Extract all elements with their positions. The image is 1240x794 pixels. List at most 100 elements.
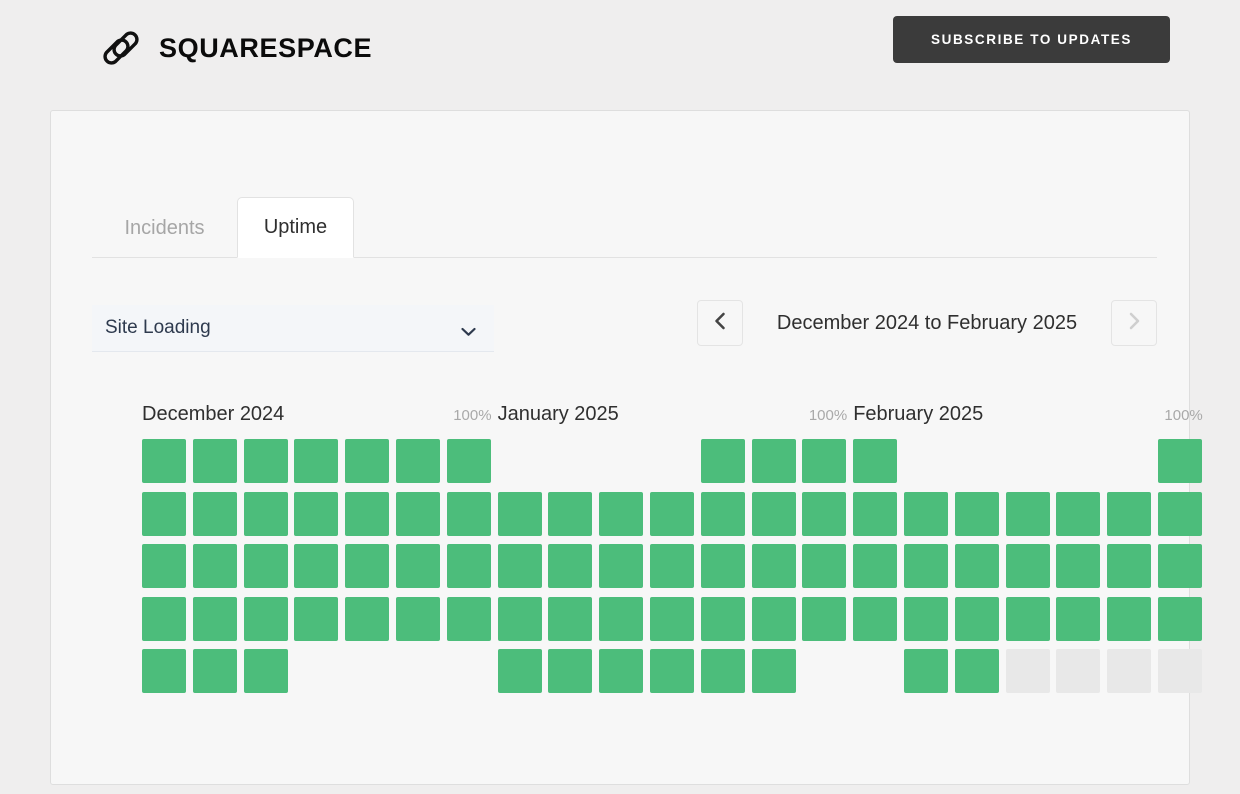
uptime-cell[interactable] [751, 596, 796, 641]
uptime-cell[interactable] [650, 649, 694, 693]
uptime-cell[interactable] [751, 491, 796, 536]
uptime-cell[interactable] [904, 649, 948, 693]
uptime-cell[interactable] [243, 649, 288, 693]
uptime-cell[interactable] [954, 544, 999, 588]
uptime-cell[interactable] [1107, 649, 1152, 693]
uptime-cell[interactable] [396, 491, 440, 536]
uptime-cell[interactable] [548, 649, 593, 693]
uptime-cell[interactable] [1005, 491, 1050, 536]
next-range-button[interactable] [1111, 300, 1157, 346]
uptime-cell[interactable] [904, 491, 948, 536]
subscribe-to-updates-button[interactable]: SUBSCRIBE TO UPDATES [893, 16, 1170, 63]
uptime-cell[interactable] [599, 491, 644, 536]
uptime-cell[interactable] [142, 439, 186, 483]
uptime-cell[interactable] [700, 596, 745, 641]
tab-incidents[interactable]: Incidents [92, 197, 237, 258]
uptime-cell[interactable] [192, 596, 237, 641]
uptime-cell[interactable] [548, 491, 593, 536]
uptime-cell[interactable] [1158, 439, 1202, 483]
uptime-cell[interactable] [294, 491, 339, 536]
uptime-cell[interactable] [802, 544, 847, 588]
uptime-cell[interactable] [954, 649, 999, 693]
uptime-cell[interactable] [497, 596, 542, 641]
uptime-cell[interactable] [904, 544, 948, 588]
uptime-cell[interactable] [751, 544, 796, 588]
uptime-cell[interactable] [751, 439, 796, 483]
uptime-cell[interactable] [345, 596, 390, 641]
uptime-cell[interactable] [497, 544, 542, 588]
uptime-cell[interactable] [1005, 649, 1050, 693]
uptime-cell[interactable] [142, 491, 186, 536]
uptime-cell[interactable] [954, 491, 999, 536]
uptime-cell[interactable] [548, 596, 593, 641]
uptime-cell[interactable] [446, 439, 491, 483]
uptime-cell[interactable] [853, 596, 898, 641]
uptime-cell[interactable] [497, 649, 542, 693]
uptime-cell[interactable] [1158, 596, 1202, 641]
uptime-cell[interactable] [1158, 491, 1202, 536]
uptime-cell[interactable] [142, 649, 186, 693]
uptime-cell[interactable] [802, 439, 847, 483]
uptime-cell[interactable] [1005, 596, 1050, 641]
uptime-cell[interactable] [853, 491, 898, 536]
uptime-cell[interactable] [142, 596, 186, 641]
uptime-cell[interactable] [396, 544, 440, 588]
uptime-cell[interactable] [904, 596, 948, 641]
uptime-cell[interactable] [446, 491, 491, 536]
uptime-cell[interactable] [751, 649, 796, 693]
uptime-cell[interactable] [650, 491, 694, 536]
uptime-cell[interactable] [802, 596, 847, 641]
uptime-cell[interactable] [1056, 544, 1101, 588]
uptime-cell[interactable] [1005, 544, 1050, 588]
uptime-cell[interactable] [294, 596, 339, 641]
uptime-cell[interactable] [1158, 544, 1202, 588]
uptime-cell[interactable] [700, 544, 745, 588]
uptime-cell[interactable] [954, 596, 999, 641]
uptime-cell[interactable] [192, 544, 237, 588]
uptime-cell[interactable] [1107, 491, 1152, 536]
uptime-cell[interactable] [700, 491, 745, 536]
uptime-cell[interactable] [599, 649, 644, 693]
uptime-cell[interactable] [446, 596, 491, 641]
uptime-cell[interactable] [599, 596, 644, 641]
uptime-cell[interactable] [1107, 596, 1152, 641]
uptime-cell[interactable] [345, 544, 390, 588]
uptime-cell[interactable] [548, 544, 593, 588]
uptime-cell[interactable] [446, 544, 491, 588]
tab-uptime[interactable]: Uptime [237, 197, 354, 258]
uptime-cell[interactable] [294, 544, 339, 588]
uptime-cell[interactable] [1056, 649, 1101, 693]
uptime-cell[interactable] [1107, 544, 1152, 588]
uptime-cell[interactable] [1056, 491, 1101, 536]
uptime-cell[interactable] [345, 491, 390, 536]
previous-range-button[interactable] [697, 300, 743, 346]
uptime-cell[interactable] [497, 491, 542, 536]
uptime-cell[interactable] [243, 544, 288, 588]
uptime-cell[interactable] [294, 439, 339, 483]
uptime-cell[interactable] [802, 491, 847, 536]
uptime-cell[interactable] [243, 596, 288, 641]
uptime-cell[interactable] [396, 439, 440, 483]
uptime-cell[interactable] [243, 491, 288, 536]
component-select[interactable]: Site Loading [92, 305, 494, 352]
uptime-cell[interactable] [243, 439, 288, 483]
page-header: SQUARESPACE SUBSCRIBE TO UPDATES [0, 0, 1240, 98]
uptime-cell[interactable] [1158, 649, 1202, 693]
status-card: Incidents Uptime Site Loading December 2… [50, 110, 1203, 785]
uptime-cell[interactable] [192, 491, 237, 536]
uptime-grid-row [142, 491, 1207, 536]
uptime-cell[interactable] [192, 439, 237, 483]
uptime-cell[interactable] [599, 544, 644, 588]
uptime-cell[interactable] [650, 596, 694, 641]
uptime-cell[interactable] [192, 649, 237, 693]
uptime-cell[interactable] [700, 439, 745, 483]
uptime-cell[interactable] [700, 649, 745, 693]
uptime-cell[interactable] [396, 596, 440, 641]
uptime-cell[interactable] [345, 439, 390, 483]
uptime-cell[interactable] [853, 544, 898, 588]
month-block: December 2024 100% [142, 403, 492, 431]
uptime-cell[interactable] [142, 544, 186, 588]
uptime-cell[interactable] [853, 439, 898, 483]
uptime-cell[interactable] [1056, 596, 1101, 641]
uptime-cell[interactable] [650, 544, 694, 588]
